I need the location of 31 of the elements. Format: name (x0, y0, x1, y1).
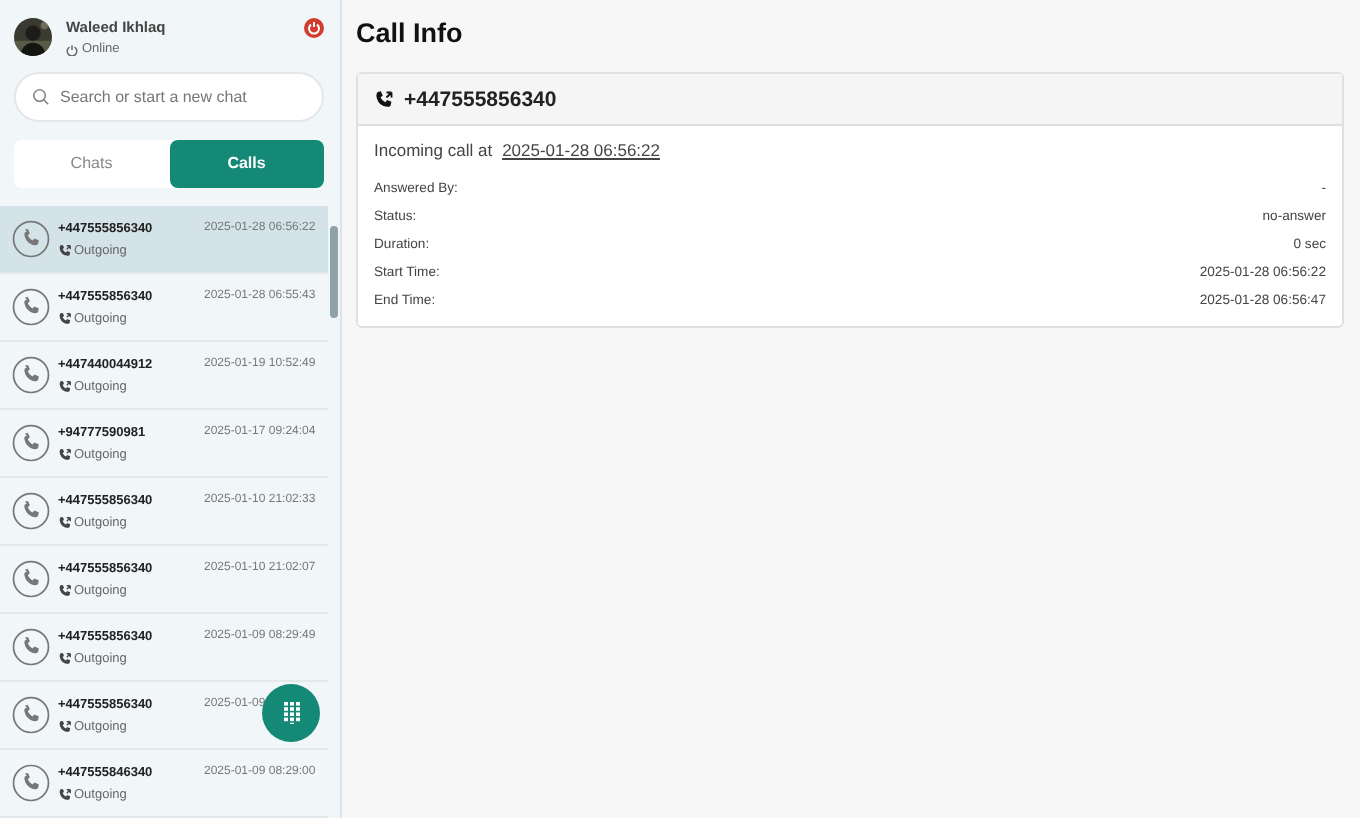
tab[interactable]: Chats (14, 139, 169, 188)
outgoing-call-icon (58, 243, 72, 257)
outgoing-call-icon (58, 583, 72, 597)
power-icon (66, 43, 78, 56)
scrollbar[interactable] (330, 226, 338, 318)
outgoing-call-icon (58, 651, 72, 665)
tab[interactable]: Calls (169, 139, 324, 188)
outgoing-call-icon (58, 515, 72, 529)
outgoing-call-icon (58, 311, 72, 325)
phone-icon (12, 764, 50, 802)
phone-icon (12, 492, 50, 530)
incoming-label: Incoming call at (374, 140, 493, 160)
phone-icon (12, 356, 50, 394)
caller-number: +447555856340 (404, 87, 557, 111)
outgoing-call-icon (58, 379, 72, 393)
phone-icon (12, 696, 50, 734)
phone-icon (12, 220, 50, 258)
incoming-time-link[interactable]: 2025-01-28 06:56:22 (502, 140, 660, 160)
outgoing-call-icon (58, 787, 72, 801)
search-field[interactable]: Search or start a new chat (14, 71, 324, 122)
outgoing-call-icon (58, 719, 72, 733)
phone-icon (12, 628, 50, 666)
phone-icon (12, 560, 50, 598)
page-title: Call Info (356, 18, 465, 48)
call-icon (374, 89, 394, 109)
phone-icon (12, 288, 50, 326)
logout-icon[interactable] (304, 18, 324, 38)
outgoing-call-icon (58, 447, 72, 461)
phone-icon (12, 424, 50, 462)
dialpad-button[interactable] (262, 684, 320, 742)
dialpad-icon (283, 702, 299, 724)
